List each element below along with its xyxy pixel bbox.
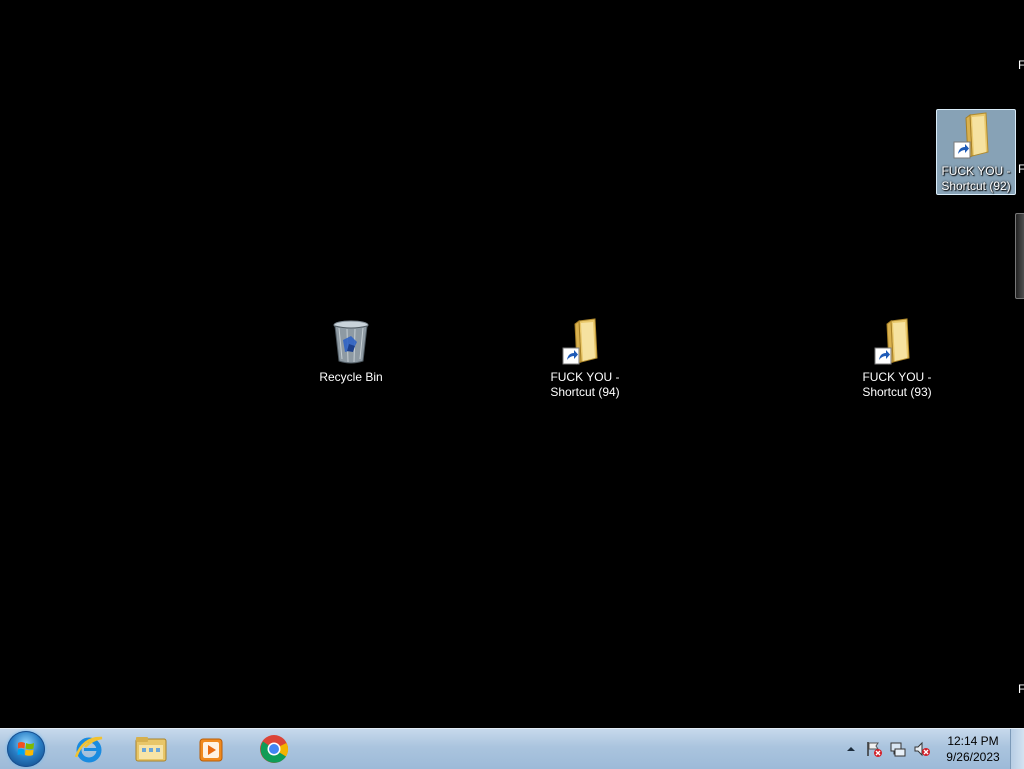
folder-shortcut-icon: [561, 318, 609, 366]
file-explorer-icon: [135, 737, 167, 762]
media-player-icon: [199, 738, 223, 762]
partial-desktop-icon-label[interactable]: F S: [1018, 682, 1024, 697]
taskbar-windows-explorer[interactable]: [125, 731, 177, 767]
folder-shortcut-icon: [952, 112, 1000, 160]
partial-desktop-icon-selection[interactable]: [1015, 213, 1024, 299]
desktop-icon-label: FUCK YOU - Shortcut (93): [862, 370, 932, 399]
volume-muted-icon[interactable]: [913, 740, 931, 758]
taskbar-internet-explorer[interactable]: [63, 731, 115, 767]
desktop-icon-shortcut-93[interactable]: FUCK YOU - Shortcut (93): [858, 318, 936, 400]
windows-start-orb-icon[interactable]: [7, 731, 45, 767]
folder-shortcut-icon: [873, 318, 921, 366]
internet-explorer-icon: [74, 736, 103, 763]
desktop-icon-label: Recycle Bin: [319, 370, 383, 384]
clock-time: 12:14 PM: [947, 734, 999, 748]
taskbar-media-player[interactable]: [185, 731, 237, 767]
taskbar-google-chrome[interactable]: [248, 731, 300, 767]
clock-date: 9/26/2023: [946, 750, 1000, 764]
show-desktop-button[interactable]: [1010, 729, 1024, 769]
network-icon[interactable]: [889, 740, 907, 758]
desktop-icon-shortcut-92[interactable]: FUCK YOU - Shortcut (92): [936, 109, 1016, 195]
recycle-bin-icon: [327, 318, 375, 366]
action-center-flag-icon[interactable]: [865, 740, 883, 758]
taskbar-clock[interactable]: 12:14 PM 9/26/2023: [939, 733, 1007, 765]
desktop[interactable]: Recycle Bin FUCK YOU - Shortcut (94) FUC…: [0, 0, 1024, 728]
desktop-icon-label: FUCK YOU - Shortcut (94): [550, 370, 620, 399]
show-hidden-icons-icon[interactable]: [842, 740, 860, 758]
desktop-icon-recycle-bin[interactable]: Recycle Bin: [312, 318, 390, 385]
taskbar: 12:14 PM 9/26/2023: [0, 728, 1024, 769]
partial-desktop-icon-label[interactable]: F S: [1018, 162, 1024, 177]
partial-desktop-icon-label[interactable]: F S: [1018, 58, 1024, 73]
desktop-icon-label: FUCK YOU - Shortcut (92): [941, 164, 1011, 193]
desktop-icon-shortcut-94[interactable]: FUCK YOU - Shortcut (94): [546, 318, 624, 400]
chrome-icon: [260, 735, 288, 763]
